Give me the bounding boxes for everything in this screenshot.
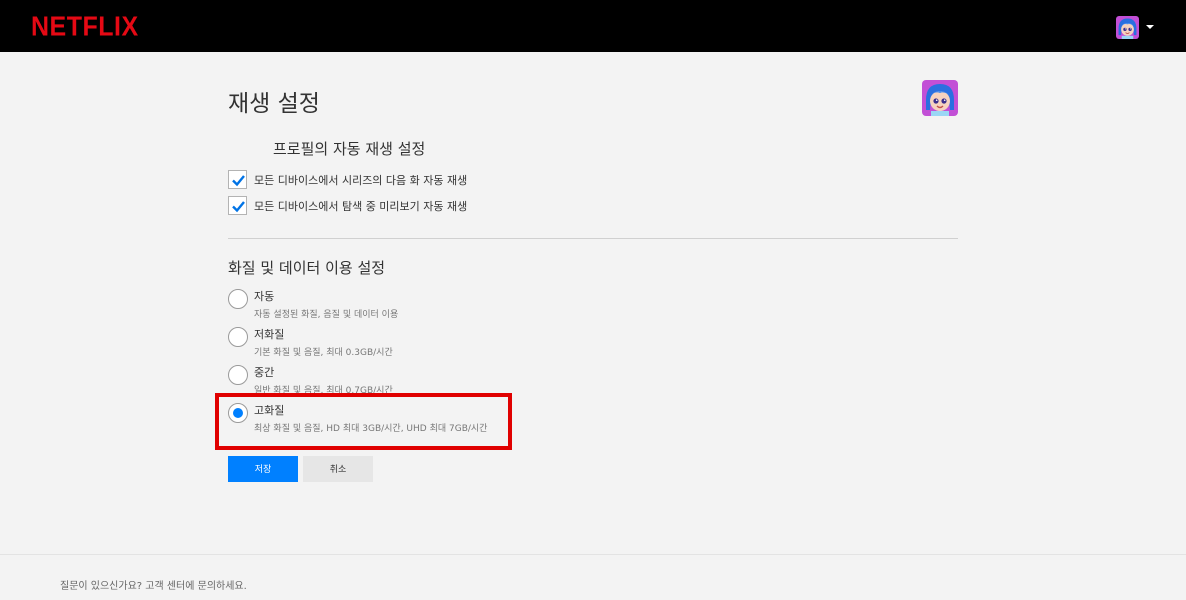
quality-low-label: 저화질 — [254, 328, 285, 341]
quality-auto-radio[interactable] — [228, 289, 248, 309]
profile-avatar-icon — [922, 80, 958, 116]
quality-medium-radio[interactable] — [228, 365, 248, 385]
footer-help-link[interactable]: 질문이 있으신가요? 고객 센터에 문의하세요. — [60, 577, 247, 592]
autoplay-next-episode-checkbox[interactable] — [228, 170, 247, 189]
quality-low-description: 기본 화질 및 음질, 최대 0.3GB/시간 — [254, 348, 393, 358]
quality-option-low[interactable]: 저화질 기본 화질 및 음질, 최대 0.3GB/시간 — [228, 327, 393, 359]
autoplay-previews-checkbox[interactable] — [228, 196, 247, 215]
quality-low-radio[interactable] — [228, 327, 248, 347]
quality-auto-label: 자동 — [254, 290, 275, 303]
profile-dropdown-caret-icon[interactable] — [1146, 25, 1154, 29]
autoplay-heading: 프로필의 자동 재생 설정 — [273, 140, 426, 158]
footer-divider — [0, 554, 1186, 555]
save-button[interactable]: 저장 — [228, 456, 298, 482]
autoplay-previews-option[interactable]: 모든 디바이스에서 탐색 중 미리보기 자동 재생 — [228, 196, 467, 215]
quality-option-auto[interactable]: 자동 자동 설정된 화질, 음질 및 데이터 이용 — [228, 289, 398, 321]
netflix-logo[interactable]: NETFLIX — [31, 11, 139, 43]
quality-auto-description: 자동 설정된 화질, 음질 및 데이터 이용 — [254, 310, 399, 320]
selection-highlight-box — [215, 393, 512, 450]
checkmark-icon — [232, 201, 245, 213]
checkmark-icon — [232, 175, 245, 187]
autoplay-next-episode-label: 모든 디바이스에서 시리즈의 다음 화 자동 재생 — [254, 173, 468, 187]
quality-heading: 화질 및 데이터 이용 설정 — [228, 259, 386, 277]
section-divider — [228, 238, 958, 239]
page-title: 재생 설정 — [228, 91, 320, 117]
autoplay-next-episode-option[interactable]: 모든 디바이스에서 시리즈의 다음 화 자동 재생 — [228, 170, 467, 189]
cancel-button[interactable]: 취소 — [303, 456, 373, 482]
profile-avatar-icon[interactable] — [1116, 16, 1139, 39]
top-navigation-bar: NETFLIX — [0, 0, 1186, 52]
autoplay-previews-label: 모든 디바이스에서 탐색 중 미리보기 자동 재생 — [254, 199, 468, 213]
quality-medium-label: 중간 — [254, 366, 275, 379]
